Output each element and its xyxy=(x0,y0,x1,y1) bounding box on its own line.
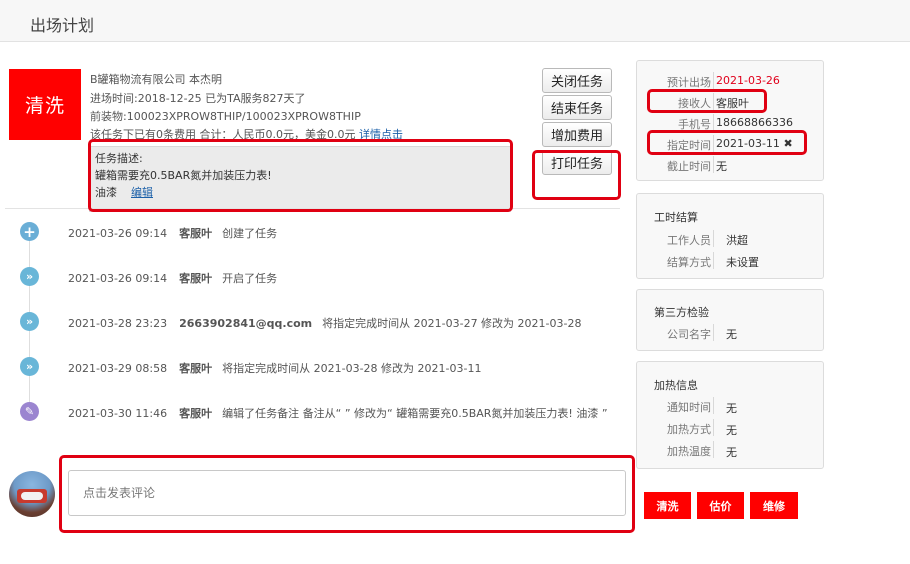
page-title: 出场计划 xyxy=(30,16,95,35)
worker-label: 工作人员 xyxy=(667,234,711,247)
field-separator xyxy=(713,252,714,269)
heating-title: 加热信息 xyxy=(654,379,698,392)
timeline-item: 2021-03-30 11:46 客服叶 编辑了任务备注 备注从“ ” 修改为“ 罐… xyxy=(68,407,608,420)
receiver-label: 接收人 xyxy=(678,97,711,110)
print-task-button[interactable]: 打印任务 xyxy=(542,150,612,175)
double-chevron-icon: » xyxy=(20,312,39,331)
expected-exit-value: 2021-03-26 xyxy=(716,74,780,87)
double-chevron-icon: » xyxy=(20,357,39,376)
work-settlement-title: 工时结算 xyxy=(654,211,698,224)
settlement-method-value: 未设置 xyxy=(726,256,759,269)
finish-task-button[interactable]: 结束任务 xyxy=(542,95,612,120)
description-text: 罐箱需要充0.5BAR氮并加装压力表! xyxy=(95,169,272,182)
field-separator xyxy=(713,324,714,341)
task-description: 任务描述: 罐箱需要充0.5BAR氮并加装压力表! 油漆 编辑 xyxy=(89,146,511,212)
timeline-item: 2021-03-26 09:14 客服叶 创建了任务 xyxy=(68,227,278,240)
avatar xyxy=(9,471,55,517)
heating-method-value: 无 xyxy=(726,424,737,437)
field-separator xyxy=(713,93,714,110)
page-header: 出场计划 xyxy=(0,0,910,42)
clear-icon[interactable]: ✖ xyxy=(783,137,792,150)
deadline-value: 无 xyxy=(716,160,727,173)
notify-time-value: 无 xyxy=(726,402,737,415)
clean-button[interactable]: 清洗 xyxy=(644,492,691,519)
inspection-title: 第三方检验 xyxy=(654,306,709,319)
phone-label: 手机号 xyxy=(678,118,711,131)
assigned-time-value[interactable]: 2021-03-11 ✖ xyxy=(716,137,793,150)
close-task-button[interactable]: 关闭任务 xyxy=(542,68,612,93)
timeline-item: 2021-03-26 09:14 客服叶 开启了任务 xyxy=(68,272,278,285)
heating-temp-value: 无 xyxy=(726,446,737,459)
receiver-value[interactable]: 客服叶 xyxy=(716,95,749,111)
add-fee-button[interactable]: 增加费用 xyxy=(542,122,612,147)
field-separator xyxy=(713,72,714,89)
description-title: 任务描述: xyxy=(95,152,143,165)
field-separator xyxy=(713,397,714,414)
edit-description-link[interactable]: 编辑 xyxy=(131,186,153,199)
timeline-item: 2021-03-29 08:58 客服叶 将指定完成时间从 2021-03-28 修… xyxy=(68,362,482,375)
timeline-item: 2021-03-28 23:23 2663902841@qq.com 将指定完成时间… xyxy=(68,317,582,330)
assigned-time-label: 指定时间 xyxy=(667,139,711,152)
inspection-company-value: 无 xyxy=(726,328,737,341)
section-divider xyxy=(5,208,620,209)
deadline-label: 截止时间 xyxy=(667,160,711,173)
plus-icon: + xyxy=(20,222,39,241)
worker-value: 洪超 xyxy=(726,234,748,247)
field-separator xyxy=(713,135,714,152)
task-type-badge: 清洗 xyxy=(9,69,81,140)
description-extra: 油漆 编辑 xyxy=(95,186,153,199)
heating-temp-label: 加热温度 xyxy=(667,445,711,458)
comment-input[interactable] xyxy=(68,470,626,516)
double-chevron-icon: » xyxy=(20,267,39,286)
pencil-icon: ✎ xyxy=(20,402,39,421)
fees-detail-link[interactable]: 详情点击 xyxy=(359,128,403,141)
tank-icon xyxy=(21,492,43,500)
estimate-button[interactable]: 估价 xyxy=(697,492,744,519)
repair-button[interactable]: 维修 xyxy=(750,492,798,519)
fees-text: 该任务下已有0条费用 合计：人民币0.0元，美金0.0元 xyxy=(90,128,356,141)
field-separator xyxy=(713,230,714,247)
fees-summary: 该任务下已有0条费用 合计：人民币0.0元，美金0.0元 详情点击 xyxy=(90,126,403,142)
field-separator xyxy=(713,114,714,131)
inspection-company-label: 公司名字 xyxy=(667,328,711,341)
entry-time: 进场时间:2018-12-25 已为TA服务827天了 xyxy=(90,92,306,105)
cargo-info: 前装物:100023XPROW8THIP/100023XPROW8THIP xyxy=(90,110,361,123)
phone-value: 18668866336 xyxy=(716,116,793,129)
settlement-method-label: 结算方式 xyxy=(667,256,711,269)
field-separator xyxy=(713,441,714,458)
expected-exit-label: 预计出场 xyxy=(667,76,711,89)
notify-time-label: 通知时间 xyxy=(667,401,711,414)
field-separator xyxy=(713,156,714,173)
heating-method-label: 加热方式 xyxy=(667,423,711,436)
company-name: B罐箱物流有限公司 本杰明 xyxy=(90,73,223,86)
field-separator xyxy=(713,419,714,436)
